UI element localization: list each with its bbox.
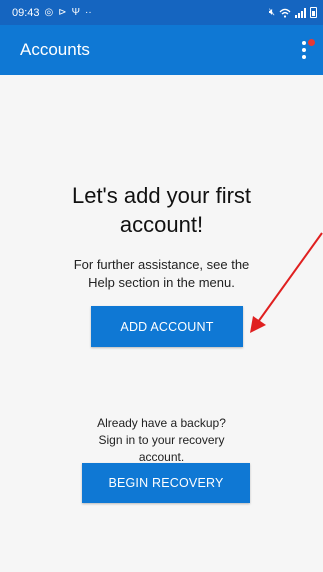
add-account-button[interactable]: ADD ACCOUNT bbox=[91, 306, 243, 347]
backup-text: Already have a backup? Sign in to your r… bbox=[97, 416, 226, 464]
more-notifications-icon: ·· bbox=[85, 6, 92, 18]
play-icon: ⊳ bbox=[58, 6, 67, 18]
begin-recovery-button[interactable]: BEGIN RECOVERY bbox=[82, 463, 250, 503]
status-right: 🔇︎ bbox=[269, 7, 317, 18]
battery-icon bbox=[310, 7, 317, 18]
overflow-menu-icon[interactable] bbox=[295, 38, 315, 62]
status-left: 09:43 ◎ ⊳ Ψ ·· bbox=[12, 7, 92, 19]
page-title: Accounts bbox=[20, 40, 90, 59]
app-bar: Accounts bbox=[0, 25, 323, 75]
wifi-icon bbox=[279, 8, 291, 18]
signal-icon bbox=[295, 7, 306, 18]
help-text: For further assistance, see the Help sec… bbox=[73, 257, 250, 290]
notification-badge bbox=[308, 39, 315, 46]
usb-icon: Ψ bbox=[71, 6, 81, 18]
status-bar: 09:43 ◎ ⊳ Ψ ·· 🔇︎ bbox=[0, 0, 323, 25]
whatsapp-icon: ◎ bbox=[44, 6, 54, 18]
empty-state-headline: Let's add your first account! bbox=[71, 183, 252, 237]
status-time: 09:43 bbox=[12, 6, 40, 19]
main-content: Let's add your first account! For furthe… bbox=[0, 75, 323, 572]
mute-icon: 🔇︎ bbox=[268, 6, 275, 18]
